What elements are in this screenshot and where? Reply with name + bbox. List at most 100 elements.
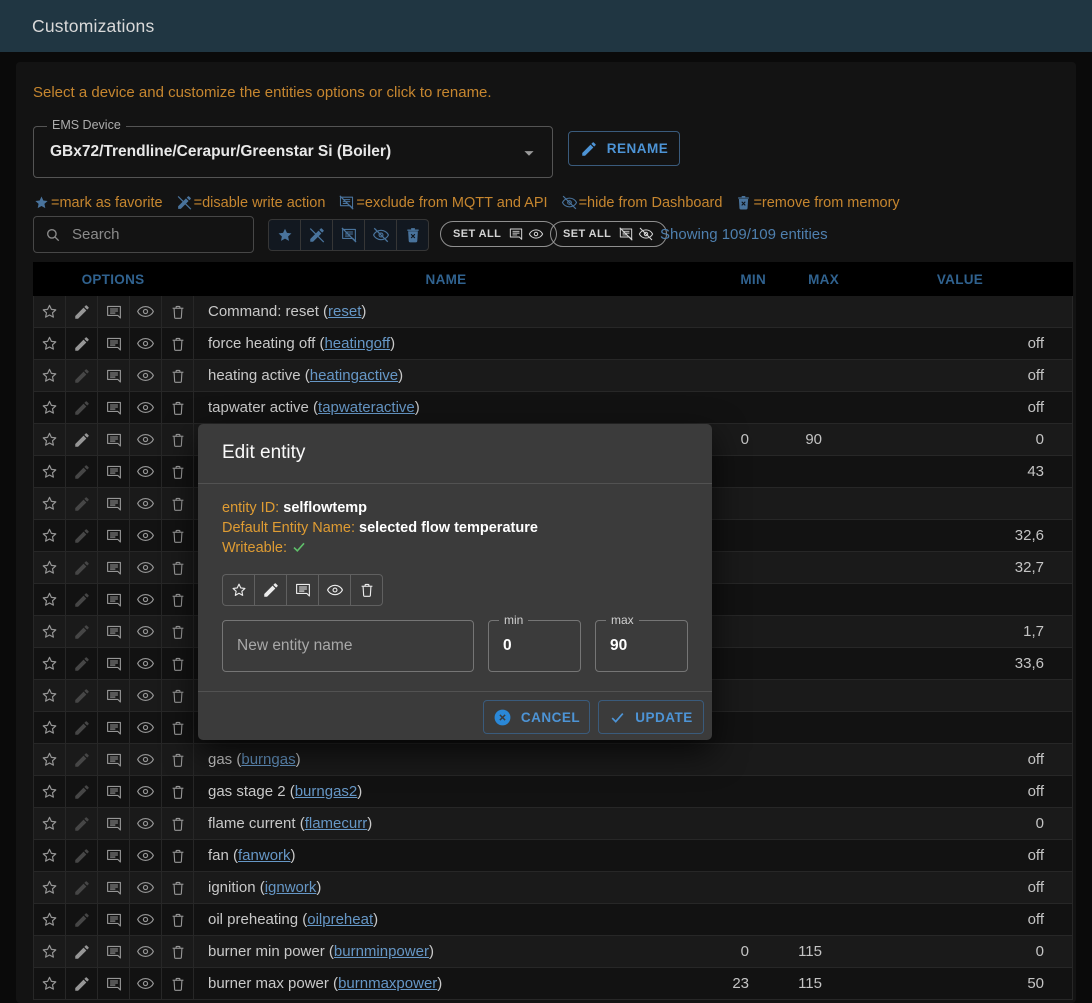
favorite-toggle[interactable] (34, 488, 66, 519)
write-toggle[interactable] (66, 680, 98, 711)
entity-id-link[interactable]: ignwork (265, 879, 317, 896)
mqtt-exclude-toggle[interactable] (98, 904, 130, 935)
mqtt-exclude-toggle[interactable] (98, 744, 130, 775)
min-field[interactable]: min (488, 620, 581, 672)
favorite-toggle[interactable] (34, 584, 66, 615)
write-toggle[interactable] (66, 808, 98, 839)
mqtt-exclude-toggle[interactable] (98, 840, 130, 871)
dashboard-visibility-toggle[interactable] (130, 296, 162, 327)
write-disabled-filter-button[interactable] (301, 220, 333, 250)
favorite-toggle[interactable] (34, 616, 66, 647)
favorite-toggle-button[interactable] (222, 574, 254, 606)
entity-id-link[interactable]: oilpreheat (307, 911, 373, 928)
mqtt-exclude-toggle[interactable] (98, 328, 130, 359)
remove-memory-toggle[interactable] (162, 360, 194, 391)
remove-memory-toggle[interactable] (162, 552, 194, 583)
set-all-hide-button[interactable]: SET ALL (550, 221, 667, 247)
favorite-toggle[interactable] (34, 392, 66, 423)
mqtt-exclude-toggle-button[interactable] (286, 574, 318, 606)
entity-id-link[interactable]: heatingoff (324, 335, 390, 352)
remove-memory-toggle[interactable] (162, 904, 194, 935)
ems-device-select[interactable]: EMS Device GBx72/Trendline/Cerapur/Green… (33, 126, 553, 178)
mqtt-exclude-toggle[interactable] (98, 648, 130, 679)
update-button[interactable]: UPDATE (598, 700, 704, 734)
mqtt-exclude-toggle[interactable] (98, 520, 130, 551)
entity-id-link[interactable]: flamecurr (305, 815, 368, 832)
mqtt-exclude-toggle[interactable] (98, 488, 130, 519)
min-input[interactable] (489, 621, 580, 671)
write-toggle[interactable] (66, 968, 98, 999)
entity-id-link[interactable]: tapwateractive (318, 399, 415, 416)
mqtt-exclude-toggle[interactable] (98, 456, 130, 487)
favorite-toggle[interactable] (34, 648, 66, 679)
remove-memory-toggle[interactable] (162, 488, 194, 519)
set-all-show-button[interactable]: SET ALL (440, 221, 557, 247)
write-toggle[interactable] (66, 424, 98, 455)
dashboard-visibility-toggle[interactable] (130, 488, 162, 519)
remove-memory-toggle[interactable] (162, 584, 194, 615)
write-toggle[interactable] (66, 840, 98, 871)
mqtt-exclude-toggle[interactable] (98, 552, 130, 583)
write-toggle[interactable] (66, 360, 98, 391)
favorite-toggle[interactable] (34, 744, 66, 775)
max-field[interactable]: max (595, 620, 688, 672)
remove-memory-toggle[interactable] (162, 968, 194, 999)
dashboard-visibility-toggle[interactable] (130, 648, 162, 679)
favorite-toggle[interactable] (34, 328, 66, 359)
dashboard-visibility-toggle[interactable] (130, 360, 162, 391)
new-entity-name-field[interactable] (222, 620, 474, 672)
max-input[interactable] (596, 621, 687, 671)
entity-id-link[interactable]: burnminpower (334, 943, 429, 960)
remove-memory-toggle[interactable] (162, 648, 194, 679)
remove-memory-toggle[interactable] (162, 936, 194, 967)
write-toggle[interactable] (66, 296, 98, 327)
mqtt-exclude-toggle[interactable] (98, 296, 130, 327)
dashboard-visibility-toggle[interactable] (130, 616, 162, 647)
entity-id-link[interactable]: reset (328, 303, 361, 320)
favorite-toggle[interactable] (34, 936, 66, 967)
favorite-toggle[interactable] (34, 360, 66, 391)
write-toggle[interactable] (66, 648, 98, 679)
dashboard-visibility-toggle[interactable] (130, 744, 162, 775)
entity-id-link[interactable]: fanwork (238, 847, 291, 864)
remove-memory-toggle[interactable] (162, 520, 194, 551)
favorite-toggle[interactable] (34, 712, 66, 743)
rename-button[interactable]: RENAME (568, 131, 680, 166)
remove-memory-toggle[interactable] (162, 616, 194, 647)
mqtt-exclude-toggle[interactable] (98, 872, 130, 903)
hidden-filter-button[interactable] (365, 220, 397, 250)
mqtt-exclude-toggle[interactable] (98, 392, 130, 423)
dashboard-visibility-toggle[interactable] (130, 680, 162, 711)
write-toggle[interactable] (66, 616, 98, 647)
remove-memory-toggle[interactable] (162, 776, 194, 807)
mqtt-exclude-toggle[interactable] (98, 936, 130, 967)
dashboard-visibility-toggle[interactable] (130, 712, 162, 743)
remove-memory-toggle[interactable] (162, 456, 194, 487)
write-toggle[interactable] (66, 904, 98, 935)
remove-memory-toggle[interactable] (162, 840, 194, 871)
write-toggle[interactable] (66, 584, 98, 615)
dashboard-visibility-toggle[interactable] (130, 968, 162, 999)
mqtt-exclude-toggle[interactable] (98, 360, 130, 391)
write-toggle[interactable] (66, 744, 98, 775)
favorite-filter-button[interactable] (269, 220, 301, 250)
dashboard-visibility-toggle[interactable] (130, 424, 162, 455)
write-toggle[interactable] (66, 392, 98, 423)
remove-memory-toggle[interactable] (162, 712, 194, 743)
dashboard-visibility-toggle[interactable] (130, 904, 162, 935)
remove-memory-toggle-button[interactable] (350, 574, 383, 606)
remove-memory-toggle[interactable] (162, 392, 194, 423)
dashboard-visibility-toggle[interactable] (130, 520, 162, 551)
remove-memory-toggle[interactable] (162, 296, 194, 327)
dashboard-visibility-toggle[interactable] (130, 392, 162, 423)
mqtt-exclude-toggle[interactable] (98, 968, 130, 999)
write-toggle[interactable] (66, 552, 98, 583)
favorite-toggle[interactable] (34, 776, 66, 807)
mqtt-exclude-toggle[interactable] (98, 808, 130, 839)
favorite-toggle[interactable] (34, 680, 66, 711)
dashboard-visibility-toggle[interactable] (130, 328, 162, 359)
favorite-toggle[interactable] (34, 424, 66, 455)
entity-id-link[interactable]: burnmaxpower (338, 975, 437, 992)
favorite-toggle[interactable] (34, 520, 66, 551)
mqtt-exclude-toggle[interactable] (98, 712, 130, 743)
